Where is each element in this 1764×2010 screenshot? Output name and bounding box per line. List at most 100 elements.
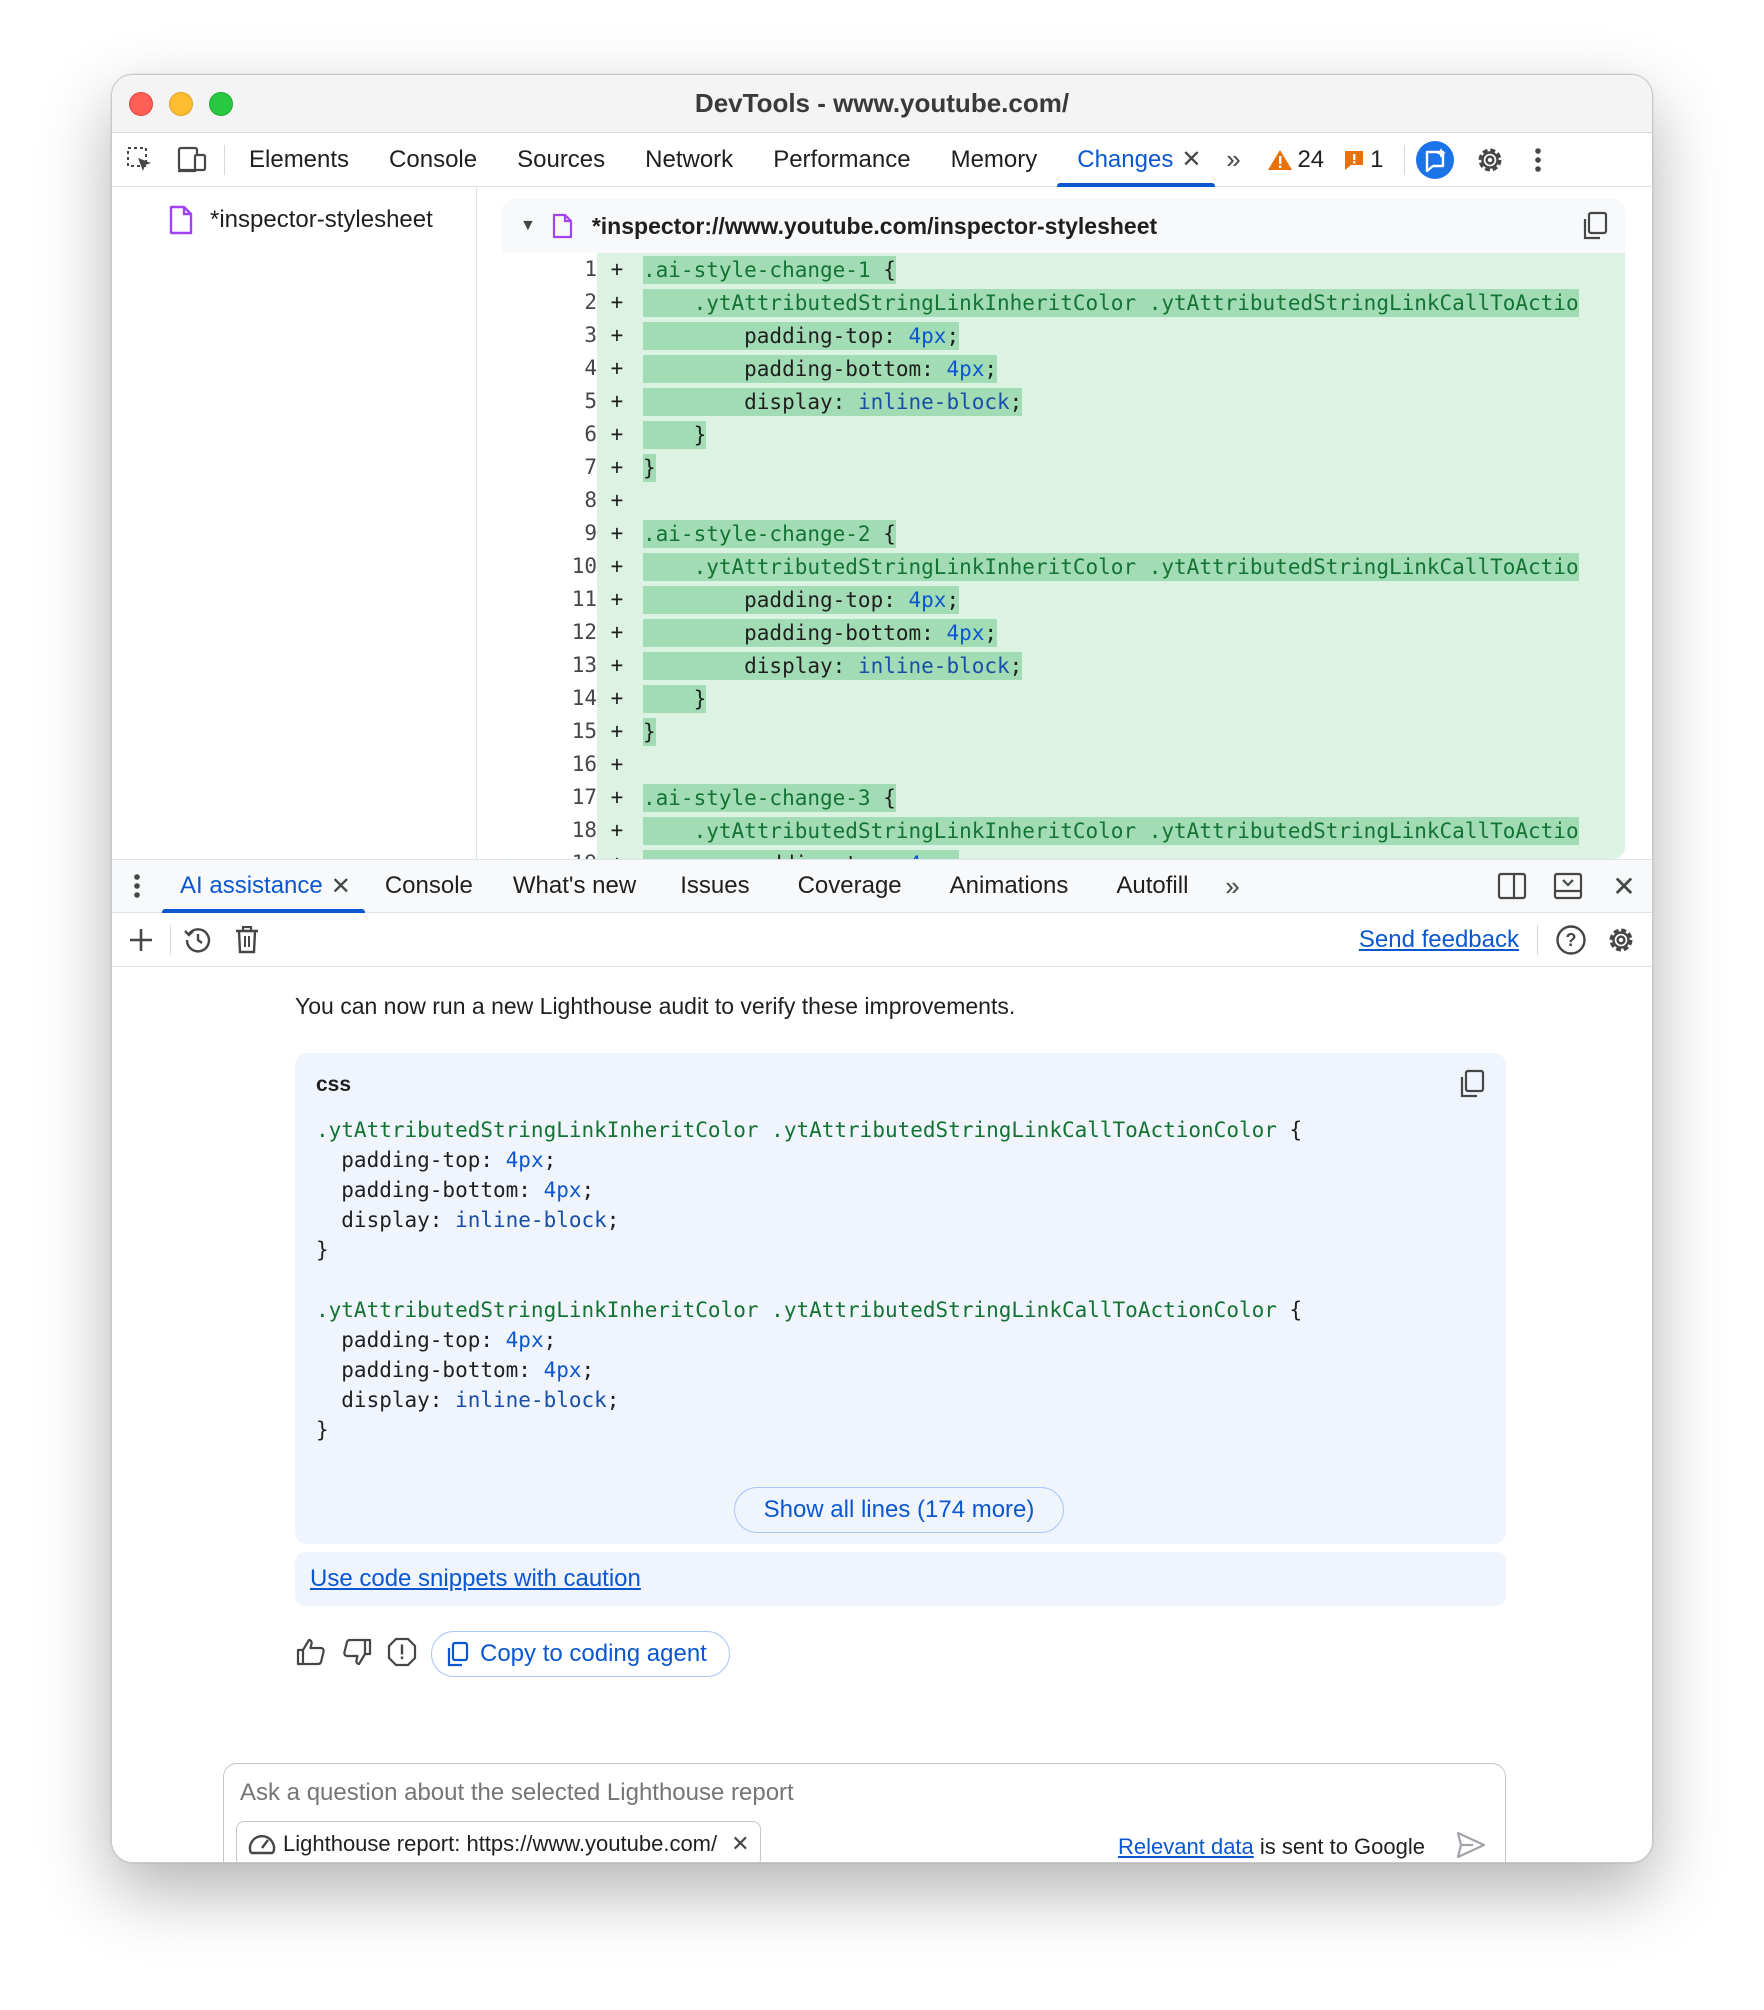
window-title: DevTools - www.youtube.com/ (694, 88, 1070, 118)
changes-panel: *inspector-stylesheet ▼ *inspector://www… (112, 187, 1652, 859)
history-icon[interactable] (171, 913, 225, 967)
tab-drawer-console[interactable]: Console (365, 859, 493, 913)
prompt-box: Lighthouse report: https://www.youtube.c… (223, 1763, 1506, 1862)
close-tab-icon[interactable]: ✕ (331, 872, 351, 901)
tab-issues[interactable]: Issues (656, 859, 773, 913)
device-toolbar-icon[interactable] (168, 133, 216, 187)
tab-performance[interactable]: Performance (753, 133, 930, 187)
tab-elements[interactable]: Elements (229, 133, 369, 187)
diff-file-name: *inspector://www.youtube.com/inspector-s… (591, 212, 1158, 239)
tab-coverage[interactable]: Coverage (774, 859, 926, 913)
thumbs-down-icon[interactable] (341, 1637, 373, 1672)
dock-side-icon[interactable] (1484, 859, 1540, 913)
code-content: .ytAttributedStringLinkInheritColor .ytA… (316, 1118, 1303, 1442)
ai-settings-gear-icon[interactable] (1600, 919, 1642, 961)
dock-bottom-icon[interactable] (1540, 859, 1596, 913)
diff-lines: 1 + .ai-style-change-1 {2 + .ytAttributedSt… (502, 253, 1625, 859)
added-marker: + (597, 748, 637, 781)
copy-code-icon[interactable] (1458, 1069, 1486, 1104)
tab-label: Elements (249, 145, 350, 173)
line-number: 15 (502, 715, 597, 748)
diff-line: 5 + display: inline-block; (502, 385, 1625, 418)
zoom-window-button[interactable] (209, 92, 233, 116)
delete-icon[interactable] (225, 913, 269, 967)
relevant-data-link[interactable]: Relevant data (1118, 1834, 1254, 1859)
added-marker: + (597, 352, 637, 385)
added-marker: + (597, 649, 637, 682)
tab-memory[interactable]: Memory (931, 133, 1058, 187)
added-marker: + (597, 253, 637, 286)
tab-whats-new[interactable]: What's new (493, 859, 656, 913)
tab-label: Console (389, 145, 478, 173)
diff-line: 7 +} (502, 451, 1625, 484)
remove-context-icon[interactable]: ✕ (731, 1831, 749, 1857)
added-marker: + (597, 814, 637, 847)
ai-assistance-icon[interactable] (1405, 133, 1465, 187)
file-name: *inspector-stylesheet (210, 206, 433, 233)
send-icon[interactable] (1455, 1830, 1487, 1862)
prompt-input[interactable] (238, 1778, 1138, 1808)
inspect-element-icon[interactable] (112, 133, 168, 187)
response-actions: Copy to coding agent (295, 1631, 730, 1677)
diff-line: 13 + display: inline-block; (502, 649, 1625, 682)
copy-to-coding-agent-button[interactable]: Copy to coding agent (431, 1631, 730, 1677)
warnings-counter[interactable]: 24 (1267, 146, 1324, 174)
line-code: .ytAttributedStringLinkInheritColor .ytA… (637, 288, 1579, 317)
added-marker: + (597, 517, 637, 550)
tab-ai-assistance[interactable]: AI assistance ✕ (162, 859, 365, 913)
title-bar: DevTools - www.youtube.com/ (112, 75, 1652, 133)
line-code: .ai-style-change-3 { (643, 783, 896, 812)
line-code: .ytAttributedStringLinkInheritColor .ytA… (637, 816, 1579, 845)
thumbs-up-icon[interactable] (295, 1637, 327, 1672)
diff-line: 11 + padding-top: 4px; (502, 583, 1625, 616)
diff-line: 1 + .ai-style-change-1 { (502, 253, 1625, 286)
close-drawer-icon[interactable]: ✕ (1596, 859, 1652, 913)
close-tab-icon[interactable]: ✕ (1181, 145, 1201, 174)
line-number: 6 (502, 418, 597, 451)
tab-network[interactable]: Network (625, 133, 753, 187)
changed-file-item[interactable]: *inspector-stylesheet (168, 205, 433, 235)
line-code: padding-top: 4px; (637, 849, 960, 859)
line-code: .ai-style-change-1 { (643, 255, 896, 284)
line-number: 11 (502, 583, 597, 616)
tab-label: What's new (512, 872, 637, 899)
disclosure-text: is sent to Google (1253, 1834, 1425, 1859)
copy-to-agent-label: Copy to coding agent (480, 1640, 707, 1667)
errors-counter[interactable]: 1 (1342, 146, 1384, 174)
tab-changes[interactable]: Changes ✕ (1057, 133, 1216, 187)
send-feedback-link[interactable]: Send feedback (1359, 926, 1519, 954)
show-all-lines-button[interactable]: Show all lines (174 more) (734, 1487, 1064, 1533)
tab-autofill[interactable]: Autofill (1092, 859, 1212, 913)
tab-sources[interactable]: Sources (497, 133, 625, 187)
more-tabs-icon[interactable]: » (1215, 133, 1251, 187)
tab-console[interactable]: Console (369, 133, 497, 187)
tab-label: Network (645, 145, 734, 173)
close-window-button[interactable] (129, 92, 153, 116)
diff-line: 6 + } (502, 418, 1625, 451)
report-icon[interactable] (387, 1637, 417, 1672)
minimize-window-button[interactable] (169, 92, 193, 116)
more-tabs-icon[interactable]: » (1212, 859, 1252, 913)
settings-gear-icon[interactable] (1465, 133, 1515, 187)
tab-label: Console (384, 872, 473, 899)
copy-icon[interactable] (1581, 211, 1609, 247)
added-marker: + (597, 715, 637, 748)
line-number: 2 (502, 286, 597, 319)
drawer-menu-icon[interactable] (112, 859, 162, 913)
line-code: padding-bottom: 4px; (643, 618, 998, 647)
main-tab-bar: Elements Console Sources Network Perform… (112, 133, 1652, 187)
context-chip[interactable]: Lighthouse report: https://www.youtube.c… (236, 1821, 761, 1862)
tab-animations[interactable]: Animations (926, 859, 1093, 913)
ai-toolbar: Send feedback ? (112, 913, 1652, 967)
diff-file-header[interactable]: ▼ *inspector://www.youtube.com/inspector… (502, 199, 1625, 253)
help-icon[interactable]: ? (1550, 919, 1592, 961)
added-marker: + (597, 550, 637, 583)
more-options-icon[interactable] (1515, 133, 1561, 187)
devtools-window: DevTools - www.youtube.com/ Elements Con… (111, 74, 1653, 1863)
code-caution-link[interactable]: Use code snippets with caution (310, 1565, 641, 1593)
line-number: 1 (502, 253, 597, 286)
new-chat-icon[interactable] (112, 913, 170, 967)
diff-line: 14 + } (502, 682, 1625, 715)
line-number: 4 (502, 352, 597, 385)
collapse-arrow-icon[interactable]: ▼ (520, 217, 536, 235)
